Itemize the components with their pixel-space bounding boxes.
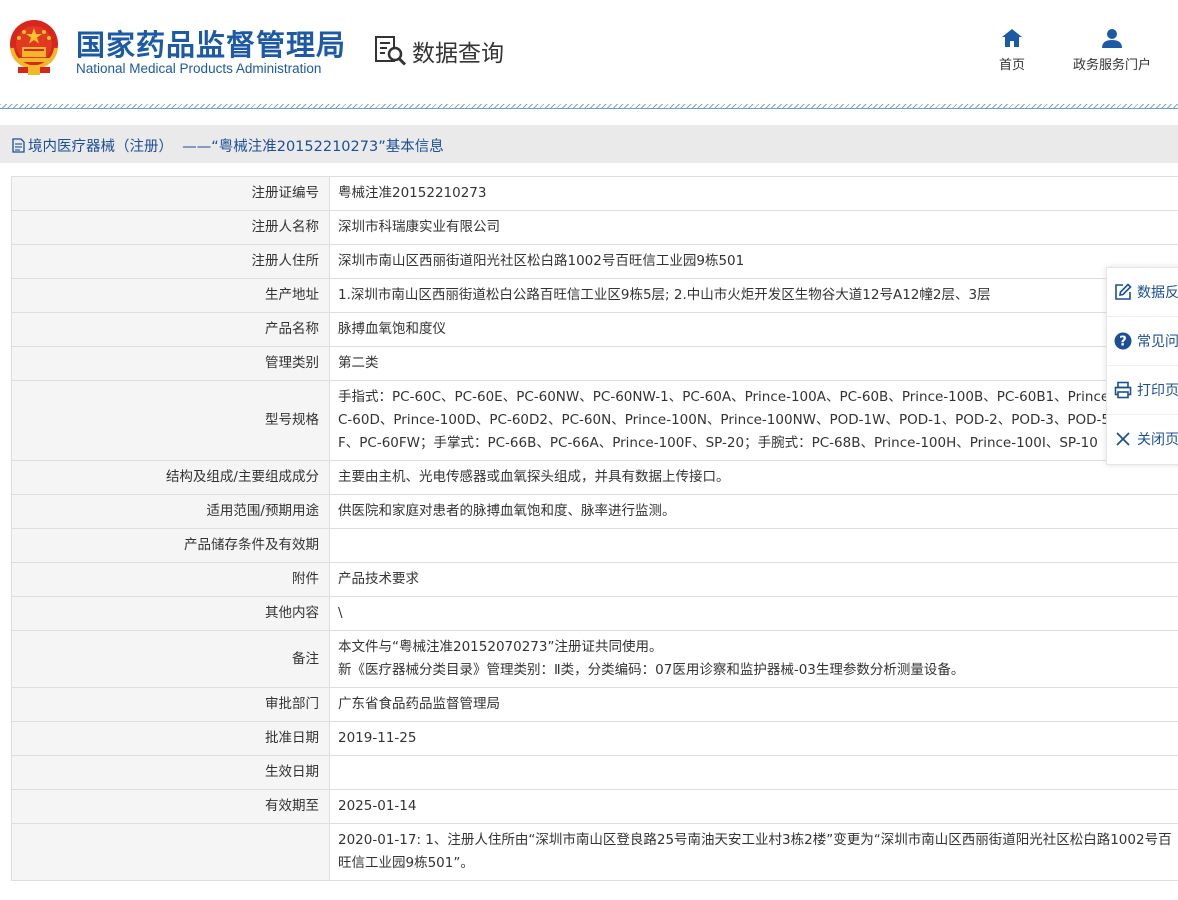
row-label: 其他内容: [11, 596, 330, 631]
agency-name-cn: 国家药品监督管理局: [76, 28, 347, 62]
nav-home[interactable]: 首页: [990, 28, 1034, 73]
row-value: 粤械注准20152210273: [329, 176, 1178, 211]
row-value: \: [329, 596, 1178, 631]
table-row: 产品储存条件及有效期: [11, 528, 1178, 563]
data-query-title: 数据查询: [374, 34, 504, 68]
print-label: 打印页面: [1137, 383, 1178, 399]
row-label: 注册人住所: [11, 244, 330, 279]
table-row: 生产地址 1.深圳市南山区西丽街道松白公路百旺信工业区9栋5层; 2.中山市火炬…: [11, 278, 1178, 313]
row-value: 产品技术要求: [329, 562, 1178, 597]
data-search-icon: [375, 36, 407, 66]
table-row: 注册证编号 粤械注准20152210273: [11, 176, 1178, 211]
nav-gov-portal[interactable]: 政务服务门户: [1062, 28, 1162, 73]
close-icon: [1116, 432, 1130, 446]
nav-gov-portal-label: 政务服务门户: [1072, 58, 1151, 73]
row-value: 主要由主机、光电传感器或血氧探头组成，并具有数据上传接口。: [329, 460, 1178, 495]
row-label: 附件: [11, 562, 330, 597]
row-label: 结构及组成/主要组成成分: [11, 460, 330, 495]
row-value: 深圳市科瑞康实业有限公司: [329, 210, 1178, 245]
row-label: 注册人名称: [11, 210, 330, 245]
remarks-line-2: 新《医疗器械分类目录》管理类别：Ⅱ类，分类编码：07医用诊察和监护器械-03生理…: [338, 662, 965, 678]
row-value: 2019-11-25: [329, 721, 1178, 756]
row-label: 批准日期: [11, 721, 330, 756]
table-row: 型号规格 手指式：PC-60C、PC-60E、PC-60NW、PC-60NW-1…: [11, 380, 1178, 461]
row-value: 脉搏血氧饱和度仪: [329, 312, 1178, 347]
row-label: 适用范围/预期用途: [11, 494, 330, 529]
row-label: 有效期至: [11, 789, 330, 824]
row-value: [329, 755, 1178, 790]
row-value: 广东省食品药品监督管理局: [329, 687, 1178, 722]
feedback-button[interactable]: 数据反馈: [1107, 268, 1178, 317]
breadcrumb-bar: 境内医疗器械（注册） ——“粤械注准20152210273”基本信息: [0, 125, 1178, 163]
row-value: 供医院和家庭对患者的脉搏血氧饱和度、脉率进行监测。: [329, 494, 1178, 529]
table-row: 适用范围/预期用途 供医院和家庭对患者的脉搏血氧饱和度、脉率进行监测。: [11, 494, 1178, 529]
table-row: 生效日期: [11, 755, 1178, 790]
row-label: 备注: [11, 630, 330, 688]
row-value: [329, 528, 1178, 563]
table-row: 产品名称 脉搏血氧饱和度仪: [11, 312, 1178, 347]
table-row: 备注 本文件与“粤械注准20152070273”注册证共同使用。 新《医疗器械分…: [11, 630, 1178, 688]
faq-button[interactable]: ? 常见问题: [1107, 317, 1178, 366]
row-value: 第二类: [329, 346, 1178, 381]
user-icon: [1102, 29, 1122, 48]
row-value: 手指式：PC-60C、PC-60E、PC-60NW、PC-60NW-1、PC-6…: [329, 380, 1178, 461]
row-label: 生效日期: [11, 755, 330, 790]
table-row: 附件 产品技术要求: [11, 562, 1178, 597]
header-divider: [0, 104, 1178, 109]
print-icon: [1114, 381, 1132, 399]
table-row: 注册人名称 深圳市科瑞康实业有限公司: [11, 210, 1178, 245]
nav-home-label: 首页: [998, 58, 1025, 73]
help-icon: ?: [1114, 332, 1132, 350]
table-row: 2020-01-17: 1、注册人住所由“深圳市南山区登良路25号南油天安工业村…: [11, 823, 1178, 881]
table-row: 管理类别 第二类: [11, 346, 1178, 381]
row-label: 型号规格: [11, 380, 330, 461]
faq-label: 常见问题: [1137, 334, 1178, 350]
row-value: 深圳市南山区西丽街道阳光社区松白路1002号百旺信工业园9栋501: [329, 244, 1178, 279]
row-value: 2025-01-14: [329, 789, 1178, 824]
agency-name-en: National Medical Products Administration: [76, 61, 322, 76]
breadcrumb-text: 境内医疗器械（注册） ——“粤械注准20152210273”基本信息: [28, 139, 444, 155]
home-icon: [1002, 29, 1022, 47]
document-icon: [12, 138, 25, 153]
national-emblem-logo[interactable]: [6, 18, 62, 76]
feedback-label: 数据反馈: [1137, 285, 1178, 301]
print-button[interactable]: 打印页面: [1107, 366, 1178, 415]
section-title: 数据查询: [412, 41, 504, 67]
floating-tool-panel: 数据反馈 ? 常见问题 打印页面 关闭页面: [1106, 267, 1178, 465]
edit-icon: [1115, 283, 1132, 300]
site-header: 国家药品监督管理局 National Medical Products Admi…: [0, 0, 1178, 109]
table-row: 注册人住所 深圳市南山区西丽街道阳光社区松白路1002号百旺信工业园9栋501: [11, 244, 1178, 279]
table-row: 结构及组成/主要组成成分 主要由主机、光电传感器或血氧探头组成，并具有数据上传接…: [11, 460, 1178, 495]
device-info-table: 注册证编号 粤械注准20152210273 注册人名称 深圳市科瑞康实业有限公司…: [11, 176, 1178, 881]
row-label: 产品储存条件及有效期: [11, 528, 330, 563]
table-row: 审批部门 广东省食品药品监督管理局: [11, 687, 1178, 722]
row-value: 本文件与“粤械注准20152070273”注册证共同使用。 新《医疗器械分类目录…: [329, 630, 1178, 688]
svg-text:?: ?: [1119, 335, 1127, 350]
row-label: 产品名称: [11, 312, 330, 347]
remarks-line-1: 本文件与“粤械注准20152070273”注册证共同使用。: [338, 639, 663, 655]
row-value: 1.深圳市南山区西丽街道松白公路百旺信工业区9栋5层; 2.中山市火炬开发区生物…: [329, 278, 1178, 313]
close-page-button[interactable]: 关闭页面: [1107, 415, 1178, 463]
row-value: 2020-01-17: 1、注册人住所由“深圳市南山区登良路25号南油天安工业村…: [329, 823, 1178, 881]
row-label: [11, 823, 330, 881]
close-page-label: 关闭页面: [1137, 432, 1178, 448]
row-label: 管理类别: [11, 346, 330, 381]
row-label: 生产地址: [11, 278, 330, 313]
row-label: 注册证编号: [11, 176, 330, 211]
table-row: 批准日期 2019-11-25: [11, 721, 1178, 756]
row-label: 审批部门: [11, 687, 330, 722]
table-row: 有效期至 2025-01-14: [11, 789, 1178, 824]
table-row: 其他内容 \: [11, 596, 1178, 631]
breadcrumb: 境内医疗器械（注册） ——“粤械注准20152210273”基本信息: [12, 135, 444, 156]
